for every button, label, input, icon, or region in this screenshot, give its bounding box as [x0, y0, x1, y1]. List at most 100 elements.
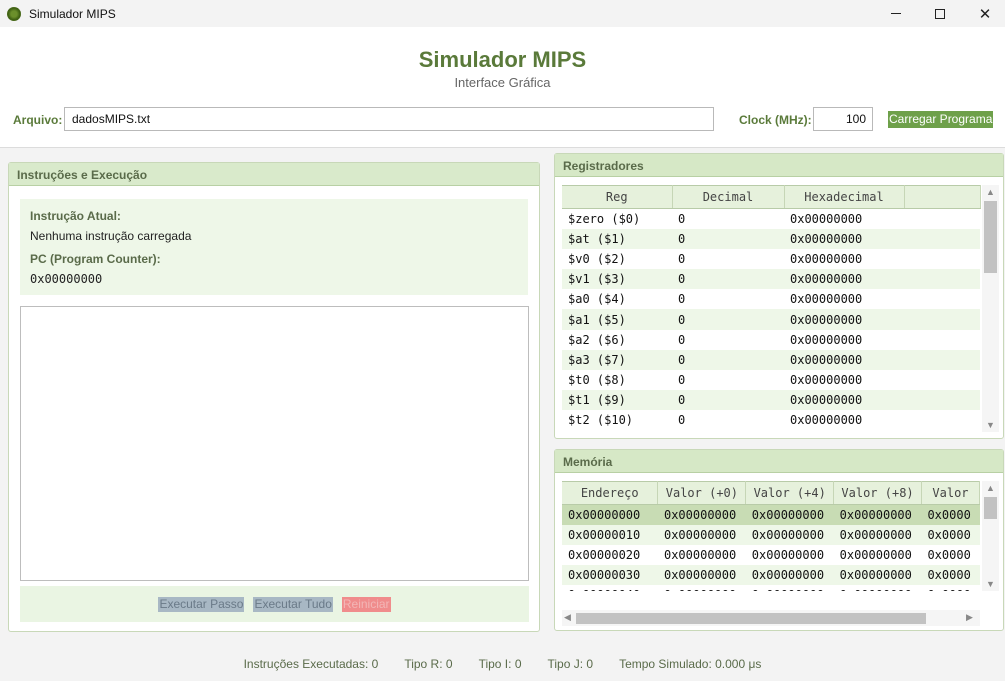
app-content: Simulador MIPS Interface Gráfica Arquivo…	[0, 27, 1005, 647]
table-cell: 0x00000000	[790, 251, 863, 266]
close-button[interactable]: ✕	[962, 0, 1005, 27]
table-cell	[904, 309, 980, 330]
scroll-up-icon[interactable]: ▲	[986, 483, 995, 493]
table-cell: 0x0000	[921, 504, 980, 525]
instruction-list-area[interactable]	[20, 306, 529, 581]
table-cell: 0	[678, 413, 686, 428]
table-cell: 0x00000020	[568, 547, 641, 562]
scroll-down-icon[interactable]: ▼	[986, 420, 995, 430]
table-cell: 0x00000000	[746, 585, 834, 591]
status-executed: Instruções Executadas: 0	[243, 657, 379, 671]
table-row[interactable]: $a2 ($6) 0 0x00000000	[562, 330, 980, 350]
clock-input[interactable]	[813, 107, 873, 131]
table-row[interactable]: 0x00000010 0x00000000 0x00000000 0x00000000…	[562, 524, 980, 545]
table-cell: 0x0000	[921, 585, 979, 591]
table-cell: $v1 ($3)	[562, 269, 672, 290]
table-cell: 0x00000000	[562, 504, 658, 525]
table-row[interactable]: $a3 ($7) 0 0x00000000	[562, 349, 980, 370]
table-cell	[904, 410, 980, 430]
table-cell: 0	[678, 211, 686, 226]
column-header[interactable]: Endereço	[562, 481, 659, 505]
table-cell: 0	[672, 228, 784, 249]
table-cell	[904, 330, 980, 350]
table-row[interactable]: $t0 ($8) 0 0x00000000	[562, 370, 980, 390]
table-row[interactable]: $v0 ($2) 0 0x00000000	[562, 249, 980, 269]
registers-table: Reg Decimal Hexadecimal $zero ($0) 0 0x000…	[562, 185, 981, 431]
table-cell: 0x00000000	[790, 373, 863, 388]
scroll-thumb[interactable]	[576, 613, 926, 624]
column-header[interactable]: Hexadecimal	[784, 185, 905, 209]
column-header[interactable]: Valor (+8)	[833, 481, 922, 505]
file-input[interactable]	[64, 107, 714, 131]
table-cell: 0x00000000	[784, 390, 904, 411]
table-cell: 0x00000000	[784, 349, 904, 370]
registers-panel-title: Registradores	[555, 154, 1003, 177]
column-header[interactable]: Valor (+4)	[745, 481, 835, 505]
table-row[interactable]: 0x00000000 0x00000000 0x00000000 0x00000000…	[562, 504, 980, 525]
table-cell: 0x00000000	[839, 547, 912, 562]
memory-horizontal-scrollbar[interactable]: ◀ ▶	[562, 610, 980, 626]
table-cell: $a2 ($6)	[568, 332, 626, 347]
table-cell: 0x0000	[921, 565, 980, 586]
maximize-button[interactable]	[917, 0, 963, 27]
status-time: Tempo Simulado: 0.000 μs	[619, 657, 762, 671]
table-cell: 0x00000000	[834, 585, 922, 591]
scroll-left-icon[interactable]: ◀	[564, 612, 571, 623]
table-row[interactable]: $zero ($0) 0 0x00000000	[562, 209, 980, 229]
table-cell	[904, 269, 980, 290]
scroll-thumb[interactable]	[984, 497, 997, 519]
execution-button-bar: Executar Passo Executar Tudo Reiniciar	[20, 586, 529, 622]
pc-label: PC (Program Counter):	[30, 252, 161, 266]
table-row[interactable]: $v1 ($3) 0 0x00000000	[562, 269, 980, 290]
window-title: Simulador MIPS	[29, 6, 116, 21]
table-row[interactable]: $at ($1) 0 0x00000000	[562, 228, 980, 249]
reset-button[interactable]: Reiniciar	[341, 596, 391, 612]
column-header-empty	[904, 185, 981, 209]
column-header[interactable]: Valor	[921, 481, 980, 505]
table-cell: 0	[672, 390, 784, 411]
table-row[interactable]: 0x00000030 0x00000000 0x00000000 0x00000000…	[562, 565, 980, 586]
scroll-up-icon[interactable]: ▲	[986, 187, 995, 197]
table-cell: 0	[678, 251, 686, 266]
table-cell: $a1 ($5)	[562, 309, 672, 330]
step-button[interactable]: Executar Passo	[158, 596, 245, 612]
page-title: Simulador MIPS	[418, 47, 587, 72]
scroll-right-icon[interactable]: ▶	[966, 612, 973, 623]
registers-scrollbar[interactable]: ▲ ▼	[982, 185, 999, 432]
pc-value: 0x00000000	[30, 272, 103, 286]
table-cell: 0	[672, 269, 784, 290]
minimize-button[interactable]	[873, 0, 919, 27]
table-row[interactable]: $t1 ($9) 0 0x00000000	[562, 390, 980, 411]
column-header[interactable]: Decimal	[672, 185, 785, 209]
run-all-button[interactable]: Executar Tudo	[253, 596, 333, 612]
table-row[interactable]: 0x00000020 0x00000000 0x00000000 0x00000000…	[562, 545, 980, 565]
table-cell: 0x00000000	[658, 585, 746, 591]
table-cell: 0	[672, 309, 784, 330]
table-row[interactable]: $t2 ($10) 0 0x00000000	[562, 410, 980, 430]
instructions-panel-title: Instruções e Execução	[9, 163, 539, 186]
table-cell	[904, 209, 980, 229]
table-cell: 0	[672, 349, 784, 370]
close-icon: ✕	[978, 5, 992, 23]
table-cell: 0x00000000	[784, 309, 904, 330]
table-row[interactable]: 0x000000400x000000000x000000000x00000000…	[562, 585, 980, 591]
maximize-icon	[935, 8, 945, 19]
table-cell: 0x00000030	[562, 565, 658, 586]
table-cell: 0x00000000	[657, 504, 746, 525]
table-cell: 0x00000000	[745, 565, 834, 586]
table-row[interactable]: $a1 ($5) 0 0x00000000	[562, 309, 980, 330]
table-cell: 0x00000000	[657, 524, 746, 545]
clock-label: Clock (MHz):	[739, 113, 812, 127]
table-cell: 0x0000	[927, 547, 971, 562]
scroll-down-icon[interactable]: ▼	[986, 579, 995, 589]
column-header[interactable]: Reg	[562, 185, 673, 209]
table-cell: 0x00000040	[562, 585, 658, 591]
current-instruction-value: Nenhuma instrução carregada	[30, 229, 192, 243]
instructions-panel: Instruções e Execução Instrução Atual: N…	[8, 162, 540, 632]
table-cell: 0	[678, 292, 686, 307]
memory-vertical-scrollbar[interactable]: ▲ ▼	[982, 481, 999, 591]
load-program-button[interactable]: Carregar Programa	[888, 111, 994, 128]
table-row[interactable]: $a0 ($4) 0 0x00000000	[562, 289, 980, 309]
column-header[interactable]: Valor (+0)	[657, 481, 747, 505]
scroll-thumb[interactable]	[984, 201, 997, 273]
